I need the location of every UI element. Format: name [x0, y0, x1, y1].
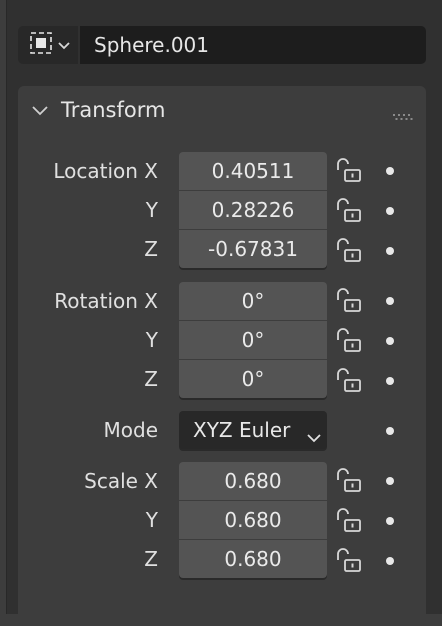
scale-x-field[interactable]: 0.680	[179, 462, 327, 500]
scale-y-label: Y	[145, 508, 158, 532]
chevron-down-icon[interactable]	[32, 102, 48, 121]
lock-open-icon[interactable]	[334, 236, 364, 266]
chevron-down-icon	[307, 424, 321, 448]
next-panel-header-clipped	[36, 604, 336, 614]
lock-open-icon[interactable]	[334, 326, 364, 356]
object-type-dropdown[interactable]	[18, 26, 78, 64]
lock-open-icon[interactable]	[334, 286, 364, 316]
lock-open-icon[interactable]	[334, 506, 364, 536]
location-x-label: Location X	[53, 159, 158, 183]
lock-open-icon[interactable]	[334, 366, 364, 396]
keyframe-dot-icon[interactable]	[386, 167, 394, 175]
keyframe-dot-icon[interactable]	[386, 297, 394, 305]
drag-handle-icon[interactable]	[392, 106, 414, 125]
keyframe-dot-icon[interactable]	[386, 247, 394, 255]
location-z-field[interactable]: -0.67831	[179, 230, 327, 268]
mesh-object-icon	[28, 30, 54, 60]
rotation-z-label: Z	[144, 367, 158, 391]
location-x-field[interactable]: 0.40511	[179, 152, 327, 190]
keyframe-dot-icon[interactable]	[386, 517, 394, 525]
keyframe-dot-icon[interactable]	[386, 207, 394, 215]
scale-z-field[interactable]: 0.680	[179, 540, 327, 578]
rotation-mode-dropdown[interactable]: XYZ Euler	[179, 411, 327, 449]
transform-panel: Transform Location X 0.40511 Y 0.28226 Z…	[18, 86, 426, 626]
scale-y-field[interactable]: 0.680	[179, 501, 327, 539]
scale-z-label: Z	[144, 547, 158, 571]
transform-panel-header[interactable]: Transform	[18, 86, 426, 134]
lock-open-icon[interactable]	[334, 546, 364, 576]
keyframe-dot-icon[interactable]	[386, 377, 394, 385]
keyframe-dot-icon[interactable]	[386, 427, 394, 435]
panel-title: Transform	[61, 98, 166, 122]
rotation-z-field[interactable]: 0°	[179, 360, 327, 398]
object-header: Sphere.001	[18, 26, 426, 64]
keyframe-dot-icon[interactable]	[386, 337, 394, 345]
rotation-x-field[interactable]: 0°	[179, 282, 327, 320]
rotation-mode-value: XYZ Euler	[193, 418, 291, 442]
lock-open-icon[interactable]	[334, 466, 364, 496]
keyframe-dot-icon[interactable]	[386, 477, 394, 485]
object-name-field[interactable]: Sphere.001	[80, 26, 426, 64]
rotation-y-label: Y	[145, 328, 158, 352]
scale-x-label: Scale X	[84, 469, 158, 493]
rotation-x-label: Rotation X	[54, 289, 158, 313]
location-y-label: Y	[145, 198, 158, 222]
lock-open-icon[interactable]	[334, 196, 364, 226]
rotation-mode-label: Mode	[103, 418, 159, 442]
rotation-y-field[interactable]: 0°	[179, 321, 327, 359]
lock-open-icon[interactable]	[334, 156, 364, 186]
location-y-field[interactable]: 0.28226	[179, 191, 327, 229]
chevron-down-icon	[58, 36, 70, 55]
keyframe-dot-icon[interactable]	[386, 557, 394, 565]
location-z-label: Z	[144, 237, 158, 261]
